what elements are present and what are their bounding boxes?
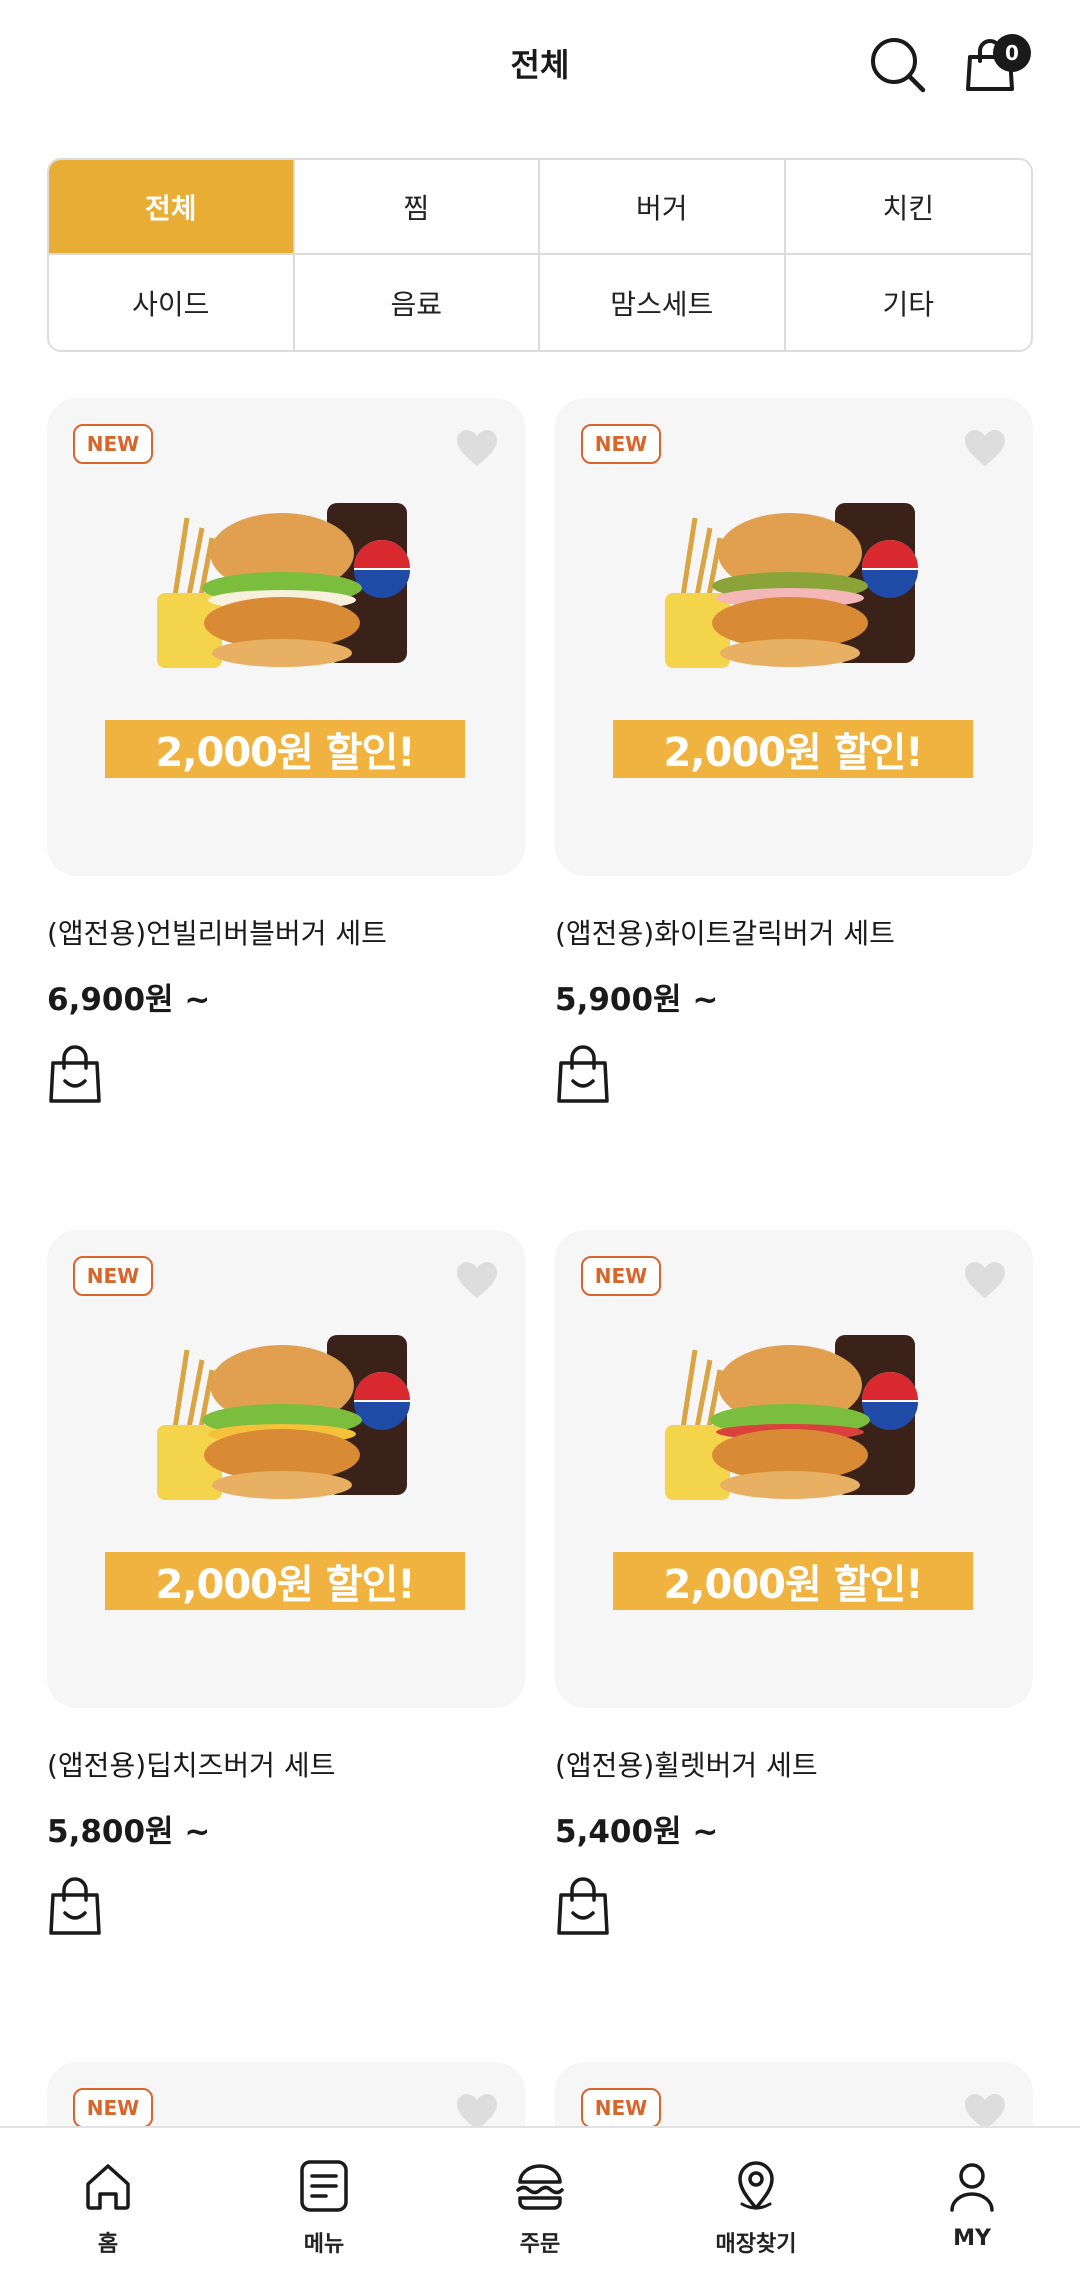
heart-icon[interactable] [455,428,499,468]
product-name[interactable]: (앱전용)화이트갈릭버거 세트 [555,912,1033,952]
product-price: 5,400원 ~ [555,1814,719,1850]
category-chicken[interactable]: 치킨 [785,160,1031,255]
nav-my[interactable]: MY [864,2128,1080,2282]
promo-banner: 2,000원 할인! [613,720,973,778]
new-badge: NEW [581,1256,661,1296]
heart-icon[interactable] [963,428,1007,468]
product-name[interactable]: (앱전용)언빌리버블버거 세트 [47,912,525,952]
nav-label: 주문 [519,2232,561,2257]
nav-store-finder[interactable]: 매장찾기 [648,2128,864,2282]
category-moms-set[interactable]: 맘스세트 [540,255,786,350]
product-price: 6,900원 ~ [47,982,211,1018]
add-to-cart-icon[interactable] [47,1877,103,1937]
nav-menu[interactable]: 메뉴 [216,2128,432,2282]
category-grid: 전체 찜 버거 치킨 사이드 음료 맘스세트 기타 [47,158,1033,352]
category-all[interactable]: 전체 [49,160,295,255]
category-favorites[interactable]: 찜 [294,160,540,255]
app-header: 전체 0 [0,0,1080,135]
burger-set-image [665,503,918,668]
heart-icon[interactable] [455,1260,499,1300]
cart-count-badge: 0 [993,34,1031,72]
product-image[interactable]: NEW 2,000원 할인! [555,1230,1033,1708]
bottom-nav: 홈 메뉴 주문 매장찾기 MY [0,2126,1080,2282]
burger-set-image [157,1335,410,1500]
menu-icon [300,2160,348,2212]
product-image[interactable]: NEW 2,000원 할인! [47,398,525,876]
product-card[interactable]: NEW 2,000원 할인! (앱전용)언빌리버블버거 세트 6,900원 ~ [47,398,525,1109]
new-badge: NEW [581,424,661,464]
nav-label: 매장찾기 [715,2232,797,2257]
product-card[interactable]: NEW 2,000원 할인! (앱전용)휠렛버거 세트 5,400원 ~ [555,1230,1033,1941]
home-icon [86,2164,130,2210]
add-to-cart-icon[interactable] [555,1045,611,1105]
search-button[interactable] [863,30,933,100]
add-to-cart-icon[interactable] [555,1877,611,1937]
product-card[interactable]: NEW 2,000원 할인! (앱전용)화이트갈릭버거 세트 5,900원 ~ [555,398,1033,1109]
new-badge: NEW [73,2088,153,2128]
burger-set-image [157,503,410,668]
category-side[interactable]: 사이드 [49,255,295,350]
search-icon [871,38,926,93]
nav-order[interactable]: 주문 [432,2128,648,2282]
product-name[interactable]: (앱전용)휠렛버거 세트 [555,1744,1033,1784]
nav-label: 메뉴 [303,2232,345,2257]
new-badge: NEW [73,424,153,464]
category-etc[interactable]: 기타 [785,255,1031,350]
new-badge: NEW [73,1256,153,1296]
category-burger[interactable]: 버거 [540,160,786,255]
promo-banner: 2,000원 할인! [105,1552,465,1610]
burger-icon [516,2164,564,2210]
new-badge: NEW [581,2088,661,2128]
product-name[interactable]: (앱전용)딥치즈버거 세트 [47,1744,525,1784]
location-pin-icon [738,2161,774,2210]
category-drink[interactable]: 음료 [294,255,540,350]
nav-label: MY [953,2226,991,2251]
promo-banner: 2,000원 할인! [105,720,465,778]
burger-set-image [665,1335,918,1500]
cart-button[interactable]: 0 [955,30,1031,100]
heart-icon[interactable] [963,1260,1007,1300]
product-image[interactable]: NEW 2,000원 할인! [47,1230,525,1708]
promo-banner: 2,000원 할인! [613,1552,973,1610]
product-price: 5,900원 ~ [555,982,719,1018]
nav-home[interactable]: 홈 [0,2128,216,2282]
product-card[interactable]: NEW 2,000원 할인! (앱전용)딥치즈버거 세트 5,800원 ~ [47,1230,525,1941]
product-image[interactable]: NEW 2,000원 할인! [555,398,1033,876]
nav-label: 홈 [97,2232,119,2257]
user-icon [950,2163,994,2212]
add-to-cart-icon[interactable] [47,1045,103,1105]
product-price: 5,800원 ~ [47,1814,211,1850]
